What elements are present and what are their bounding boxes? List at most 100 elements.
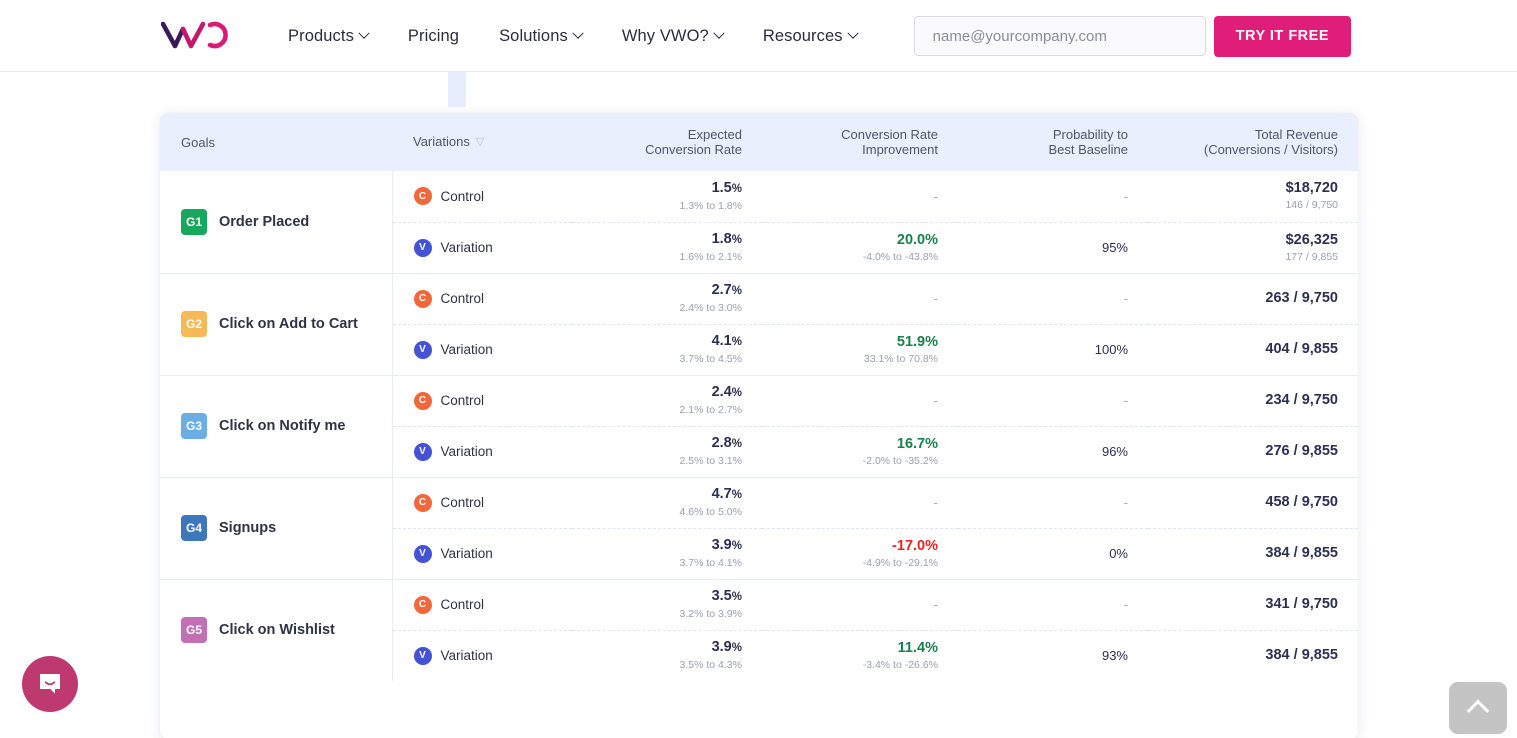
campaign-report-card: Goals Variations▽ Expected Conversion Ra…	[160, 113, 1358, 738]
ecr-range: 3.7% to 4.5%	[592, 352, 742, 366]
variation-label: Variation	[441, 342, 493, 357]
chevron-down-icon	[713, 28, 724, 39]
primary-navigation: Products Pricing Solutions Why VWO? Reso…	[288, 0, 857, 72]
table-body: G1Order PlacedCControl1.5%1.3% to 1.8%--…	[160, 171, 1358, 681]
variation-label: Control	[441, 393, 485, 408]
try-it-free-button[interactable]: TRY IT FREE	[1214, 16, 1351, 57]
revenue-value: $18,720	[1168, 180, 1338, 197]
control-badge-icon: C	[414, 596, 432, 614]
expected-conversion-rate-cell: 3.5%3.2% to 3.9%	[572, 579, 762, 630]
ecr-range: 2.5% to 3.1%	[592, 454, 742, 468]
nav-item-pricing[interactable]: Pricing	[408, 27, 459, 46]
nav-item-why-vwo[interactable]: Why VWO?	[622, 27, 723, 46]
probability-cell: 100%	[958, 324, 1148, 375]
probability-cell: 96%	[958, 426, 1148, 477]
probability-value: -	[1124, 189, 1128, 204]
goal-cell: G4Signups	[160, 477, 392, 579]
nav-item-label: Pricing	[408, 27, 459, 46]
email-input[interactable]	[914, 16, 1206, 56]
cri-range: -4.0% to -43.8%	[782, 250, 938, 264]
table-row: G2Click on Add to CartCControl2.7%2.4% t…	[160, 273, 1358, 324]
goal-name: Click on Add to Cart	[219, 316, 358, 332]
revenue-value: 263 / 9,750	[1168, 290, 1338, 307]
variation-label: Variation	[441, 648, 493, 663]
variation-cell: V Variation	[392, 630, 572, 681]
variation-label: Variation	[441, 546, 493, 561]
variation-badge-icon: V	[414, 341, 432, 359]
revenue-value: 458 / 9,750	[1168, 494, 1338, 511]
column-header-line2: Improvement	[782, 142, 938, 157]
chat-launcher-button[interactable]	[22, 656, 78, 712]
nav-item-label: Products	[288, 27, 354, 46]
probability-value: 0%	[1109, 546, 1128, 561]
revenue-sub: 146 / 9,750	[1168, 198, 1338, 212]
total-revenue-cell: $18,720146 / 9,750	[1148, 171, 1358, 222]
chevron-down-icon	[847, 28, 858, 39]
expected-conversion-rate-cell: 1.5%1.3% to 1.8%	[572, 171, 762, 222]
conversion-rate-improvement-cell: -17.0%-4.9% to -29.1%	[762, 528, 958, 579]
goal-badge: G5	[181, 617, 207, 643]
ecr-value: 3.9%	[592, 639, 742, 657]
cri-value: 20.0%	[782, 232, 938, 249]
column-header-line1: Probability to	[978, 127, 1128, 142]
variation-badge-icon: V	[414, 647, 432, 665]
goals-report-table: Goals Variations▽ Expected Conversion Ra…	[160, 113, 1358, 681]
cri-value: -	[934, 597, 938, 612]
goal-cell: G2 Click on Add to Cart	[160, 273, 392, 375]
column-header-label: Variations	[413, 134, 470, 149]
variation-cell: CControl	[392, 273, 572, 324]
probability-value: -	[1124, 291, 1128, 306]
conversion-rate-improvement-cell: 51.9%33.1% to 70.8%	[762, 324, 958, 375]
probability-value: 95%	[1102, 240, 1128, 255]
cri-range: 33.1% to 70.8%	[782, 352, 938, 366]
cri-value: -17.0%	[782, 538, 938, 555]
probability-value: 96%	[1102, 444, 1128, 459]
nav-item-products[interactable]: Products	[288, 27, 368, 46]
control-badge-icon: C	[414, 290, 432, 308]
ecr-value: 1.5%	[592, 180, 742, 198]
probability-value: -	[1124, 495, 1128, 510]
nav-item-resources[interactable]: Resources	[763, 27, 857, 46]
column-header-probability-to-best-baseline: Probability to Best Baseline	[958, 113, 1148, 171]
ecr-range: 4.6% to 5.0%	[592, 505, 742, 519]
filter-icon[interactable]: ▽	[476, 135, 484, 150]
conversion-rate-improvement-cell: -	[762, 477, 958, 528]
expected-conversion-rate-cell: 3.9%3.7% to 4.1%	[572, 528, 762, 579]
column-header-label: Goals	[181, 135, 215, 150]
column-header-total-revenue: Total Revenue (Conversions / Visitors)	[1148, 113, 1358, 171]
variation-cell: CControl	[392, 579, 572, 630]
ecr-range: 3.7% to 4.1%	[592, 556, 742, 570]
scroll-to-top-button[interactable]	[1449, 682, 1507, 734]
variation-label: Control	[441, 495, 485, 510]
probability-value: -	[1124, 597, 1128, 612]
ecr-value: 2.7%	[592, 282, 742, 300]
probability-cell: -	[958, 579, 1148, 630]
nav-item-solutions[interactable]: Solutions	[499, 27, 582, 46]
variation-cell: VVariation	[392, 426, 572, 477]
expected-conversion-rate-cell: 1.8%1.6% to 2.1%	[572, 222, 762, 273]
revenue-value: 384 / 9,855	[1168, 545, 1338, 562]
column-header-goals: Goals	[160, 113, 392, 171]
revenue-value: 384 / 9,855	[1168, 647, 1338, 664]
chat-bubble-icon	[37, 671, 63, 697]
goal-badge: G4	[181, 515, 207, 541]
ecr-range: 2.4% to 3.0%	[592, 301, 742, 315]
goal-badge: G2	[181, 311, 207, 337]
nav-item-label: Why VWO?	[622, 27, 709, 46]
goal-name: Click on Wishlist	[219, 622, 335, 638]
section-divider-accent	[448, 72, 466, 107]
vwo-logo[interactable]	[161, 19, 241, 51]
chevron-up-icon	[1467, 700, 1490, 723]
total-revenue-cell: 458 / 9,750	[1148, 477, 1358, 528]
column-header-line1: Total Revenue	[1168, 127, 1338, 142]
column-header-line2: Best Baseline	[978, 142, 1128, 157]
probability-cell: -	[958, 273, 1148, 324]
revenue-value: 234 / 9,750	[1168, 392, 1338, 409]
probability-value: -	[1124, 393, 1128, 408]
control-badge-icon: C	[414, 494, 432, 512]
conversion-rate-improvement-cell: 20.0%-4.0% to -43.8%	[762, 222, 958, 273]
goal-name: Order Placed	[219, 214, 309, 230]
variation-cell: VVariation	[392, 222, 572, 273]
control-badge-icon: C	[414, 187, 432, 205]
ecr-value: 3.9%	[592, 537, 742, 555]
